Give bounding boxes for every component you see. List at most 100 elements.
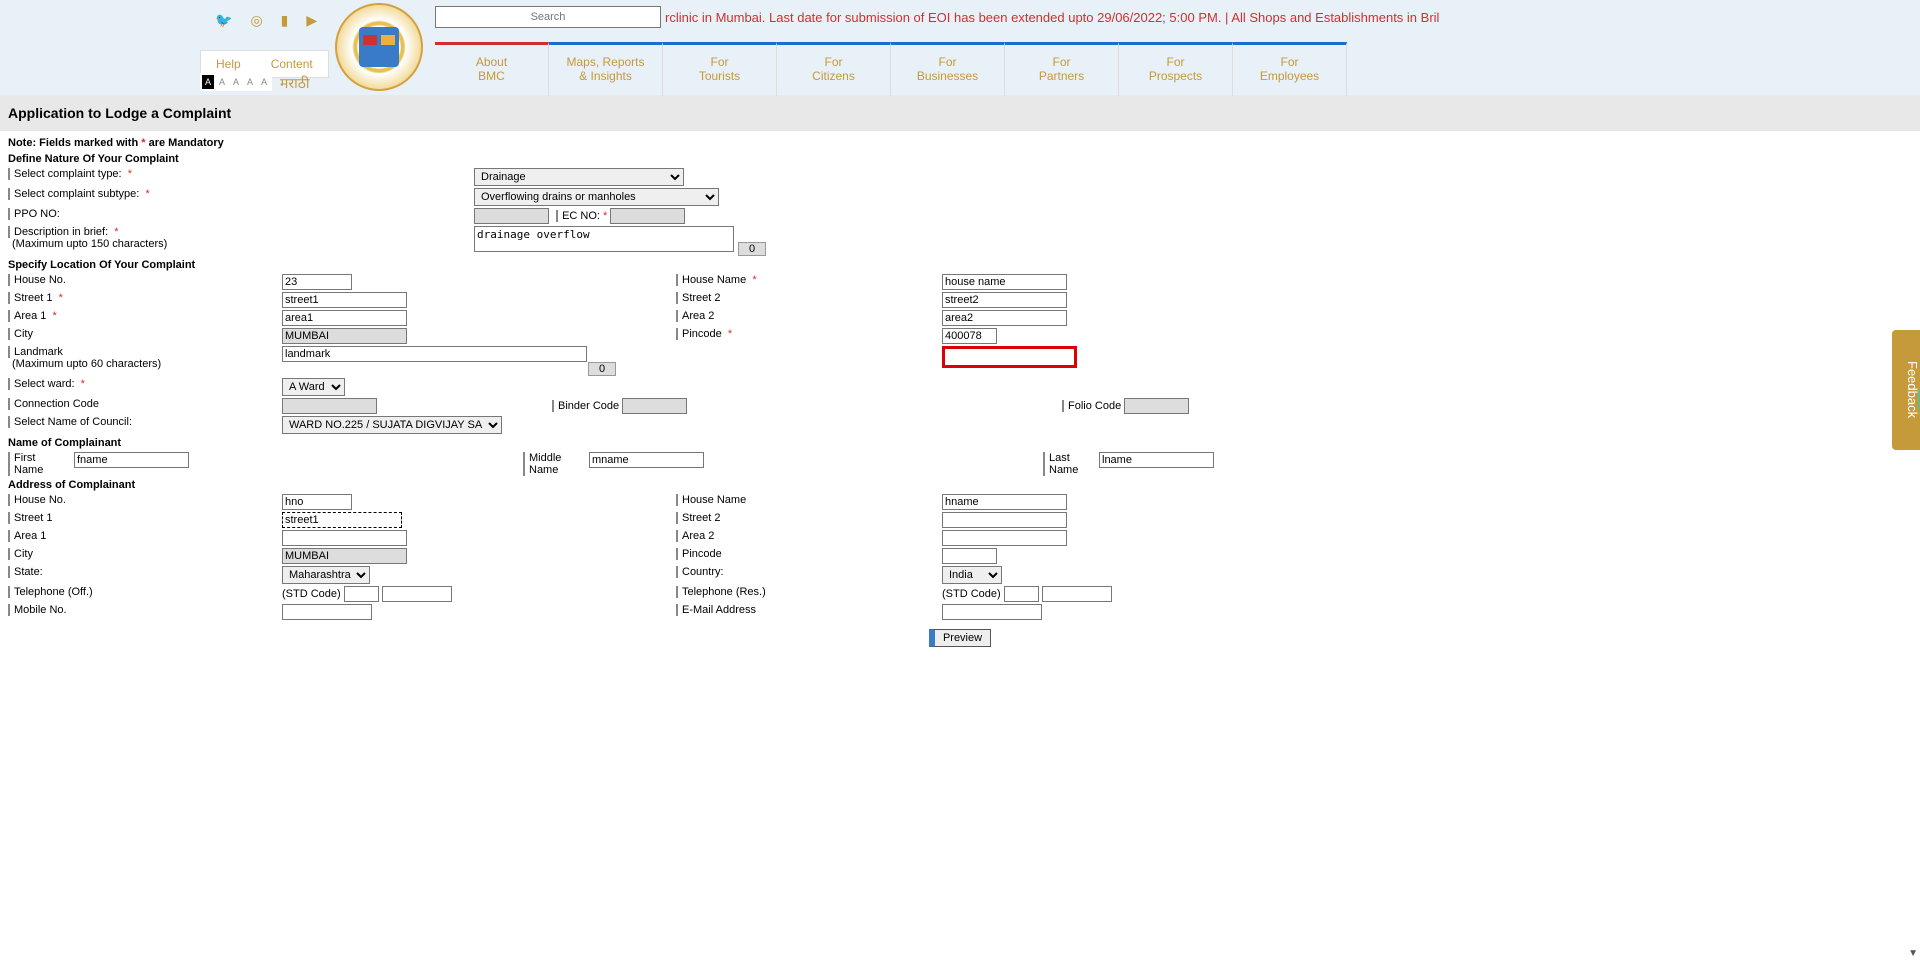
font-a4[interactable]: A — [244, 75, 256, 89]
page-title: Application to Lodge a Complaint — [0, 95, 1920, 131]
facebook-icon[interactable]: ▮ — [281, 12, 289, 29]
folio-code-input — [1124, 398, 1189, 414]
nav-tourists[interactable]: For Tourists — [663, 42, 777, 96]
addr-area1-input[interactable] — [282, 530, 407, 546]
section-location: Specify Location Of Your Complaint — [0, 257, 1920, 273]
feedback-tab[interactable]: Feedback — [1892, 330, 1920, 450]
std-off-label: (STD Code) — [282, 588, 341, 600]
nav-partners[interactable]: For Partners — [1005, 42, 1119, 96]
mname-input[interactable] — [589, 452, 704, 468]
area2-label: Area 2 — [676, 310, 714, 322]
addr-pincode-input[interactable] — [942, 548, 997, 564]
language-switch[interactable]: मराठी — [280, 74, 309, 93]
city-label: City — [8, 328, 33, 340]
lname-input[interactable] — [1099, 452, 1214, 468]
font-a1[interactable]: A — [202, 75, 214, 89]
section-complainant-name: Name of Complainant — [0, 435, 1920, 451]
header: 🐦 ◎ ▮ ▶ rclinic in Mumbai. Last date for… — [0, 0, 1920, 95]
social-icons: 🐦 ◎ ▮ ▶ — [215, 12, 317, 29]
street2-input[interactable] — [942, 292, 1067, 308]
landmark-hint: (Maximum upto 60 characters) — [12, 358, 161, 370]
fname-input[interactable] — [74, 452, 189, 468]
ward-label: Select ward: — [8, 378, 75, 390]
mandatory-note: Note: Fields marked with * are Mandatory — [0, 131, 1920, 151]
ward-select[interactable]: A Ward — [282, 378, 345, 396]
ec-label: EC NO: — [556, 210, 600, 222]
preview-button[interactable]: Preview — [929, 629, 991, 647]
description-hint: (Maximum upto 150 characters) — [12, 238, 167, 250]
addr-pincode-label: Pincode — [676, 548, 722, 560]
lname-label: Last Name — [1043, 452, 1091, 476]
nav-prospects[interactable]: For Prospects — [1119, 42, 1233, 96]
bmc-logo[interactable] — [335, 3, 423, 91]
landmark-input[interactable] — [282, 346, 587, 362]
landmark-counter: 0 — [588, 362, 616, 376]
email-label: E-Mail Address — [676, 604, 756, 616]
council-label: Select Name of Council: — [8, 416, 132, 428]
street1-input[interactable] — [282, 292, 407, 308]
addr-state-select[interactable]: Maharashtra — [282, 566, 370, 584]
font-a5[interactable]: A — [258, 75, 270, 89]
teloff-num-input[interactable] — [382, 586, 452, 602]
font-a2[interactable]: A — [216, 75, 228, 89]
highlighted-empty-box — [942, 346, 1077, 368]
pincode-input[interactable] — [942, 328, 997, 344]
telres-num-input[interactable] — [1042, 586, 1112, 602]
ppo-input — [474, 208, 549, 224]
section-nature: Define Nature Of Your Complaint — [0, 151, 1920, 167]
addr-country-select[interactable]: India — [942, 566, 1002, 584]
twitter-icon[interactable]: 🐦 — [215, 12, 232, 29]
teloff-std-input[interactable] — [344, 586, 379, 602]
nav-citizens[interactable]: For Citizens — [777, 42, 891, 96]
complaint-subtype-select[interactable]: Overflowing drains or manholes — [474, 188, 719, 206]
addr-street2-label: Street 2 — [676, 512, 721, 524]
ec-input — [610, 208, 685, 224]
addr-city-input — [282, 548, 407, 564]
complaint-type-label: Select complaint type: — [8, 168, 122, 180]
email-input[interactable] — [942, 604, 1042, 620]
folio-code-label: Folio Code — [1062, 400, 1121, 412]
nav-businesses[interactable]: For Businesses — [891, 42, 1005, 96]
instagram-icon[interactable]: ◎ — [250, 12, 262, 29]
connection-code-label: Connection Code — [8, 398, 99, 410]
addr-housename-label: House Name — [676, 494, 746, 506]
description-label: Description in brief: — [8, 226, 108, 238]
description-input[interactable]: drainage overflow — [474, 226, 734, 252]
council-select[interactable]: WARD NO.225 / SUJATA DIGVIJAY SANAP — [282, 416, 502, 434]
addr-area1-label: Area 1 — [8, 530, 46, 542]
addr-area2-input[interactable] — [942, 530, 1067, 546]
mobile-label: Mobile No. — [8, 604, 67, 616]
search-input[interactable] — [435, 6, 661, 28]
street2-label: Street 2 — [676, 292, 721, 304]
house-no-input[interactable] — [282, 274, 352, 290]
addr-state-label: State: — [8, 566, 43, 578]
nav-employees[interactable]: For Employees — [1233, 42, 1347, 96]
house-name-input[interactable] — [942, 274, 1067, 290]
std-res-label: (STD Code) — [942, 588, 1001, 600]
teloff-label: Telephone (Off.) — [8, 586, 93, 598]
addr-country-label: Country: — [676, 566, 724, 578]
scroll-down-icon[interactable]: ▼ — [1908, 948, 1918, 959]
addr-houseno-input[interactable] — [282, 494, 352, 510]
area1-input[interactable] — [282, 310, 407, 326]
addr-housename-input[interactable] — [942, 494, 1067, 510]
description-counter: 0 — [738, 242, 766, 256]
font-a3[interactable]: A — [230, 75, 242, 89]
binder-code-input — [622, 398, 687, 414]
youtube-icon[interactable]: ▶ — [306, 12, 317, 29]
nav-about[interactable]: About BMC — [435, 42, 549, 96]
addr-street1-input[interactable] — [282, 512, 402, 528]
complaint-type-select[interactable]: Drainage — [474, 168, 684, 186]
nav-maps[interactable]: Maps, Reports & Insights — [549, 42, 663, 96]
telres-label: Telephone (Res.) — [676, 586, 766, 598]
addr-area2-label: Area 2 — [676, 530, 714, 542]
binder-code-label: Binder Code — [552, 400, 619, 412]
house-no-label: House No. — [8, 274, 66, 286]
telres-std-input[interactable] — [1004, 586, 1039, 602]
news-ticker: rclinic in Mumbai. Last date for submiss… — [665, 10, 1910, 30]
connection-code-input — [282, 398, 377, 414]
mobile-input[interactable] — [282, 604, 372, 620]
area2-input[interactable] — [942, 310, 1067, 326]
pincode-label: Pincode — [676, 328, 722, 340]
addr-street2-input[interactable] — [942, 512, 1067, 528]
